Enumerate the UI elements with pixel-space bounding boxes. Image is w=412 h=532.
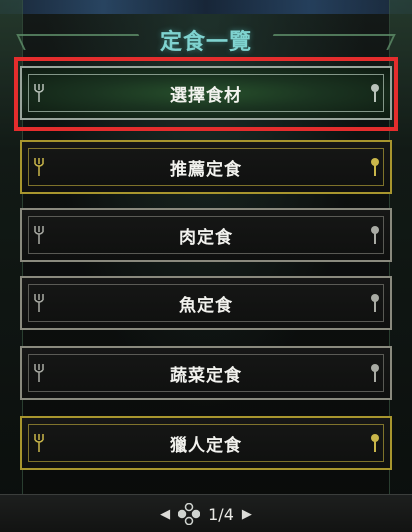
right-ornament xyxy=(389,0,412,500)
pager-bar: ◀ 1/4 ▶ xyxy=(0,494,412,532)
menu-item-label: 魚定食 xyxy=(179,295,233,316)
canteen-menu-panel: 定食一覽 選擇食材 推薦定食 肉定食 魚定食 蔬菜定食 獵人定食 ◀ 1/4 ▶ xyxy=(0,0,412,532)
spoon-icon xyxy=(371,364,379,382)
menu-item-label: 肉定食 xyxy=(179,227,233,248)
menu-item-recommended-meal[interactable]: 推薦定食 xyxy=(20,140,392,194)
menu-item-fish-meal[interactable]: 魚定食 xyxy=(20,276,392,330)
spoon-icon xyxy=(371,226,379,244)
menu-item-hunter-meal[interactable]: 獵人定食 xyxy=(20,416,392,470)
header: 定食一覽 xyxy=(0,14,412,60)
menu-item-label: 蔬菜定食 xyxy=(170,365,242,386)
next-page-arrow-icon[interactable]: ▶ xyxy=(242,507,252,522)
pager: ◀ 1/4 ▶ xyxy=(0,495,412,532)
spoon-icon xyxy=(371,158,379,176)
menu-item-label: 獵人定食 xyxy=(170,435,242,456)
spoon-icon xyxy=(371,84,379,102)
page-title: 定食一覽 xyxy=(159,30,252,55)
spoon-icon xyxy=(371,294,379,312)
dpad-icon xyxy=(178,503,201,525)
menu-item-meat-meal[interactable]: 肉定食 xyxy=(20,208,392,262)
page-indicator: 1/4 xyxy=(208,504,234,524)
menu-item-label: 選擇食材 xyxy=(170,85,242,106)
menu-item-select-ingredients[interactable]: 選擇食材 xyxy=(20,66,392,120)
background-scenery xyxy=(0,0,412,14)
menu-item-vegetable-meal[interactable]: 蔬菜定食 xyxy=(20,346,392,400)
spoon-icon xyxy=(371,434,379,452)
prev-page-arrow-icon[interactable]: ◀ xyxy=(160,507,170,522)
menu-item-label: 推薦定食 xyxy=(170,159,242,180)
